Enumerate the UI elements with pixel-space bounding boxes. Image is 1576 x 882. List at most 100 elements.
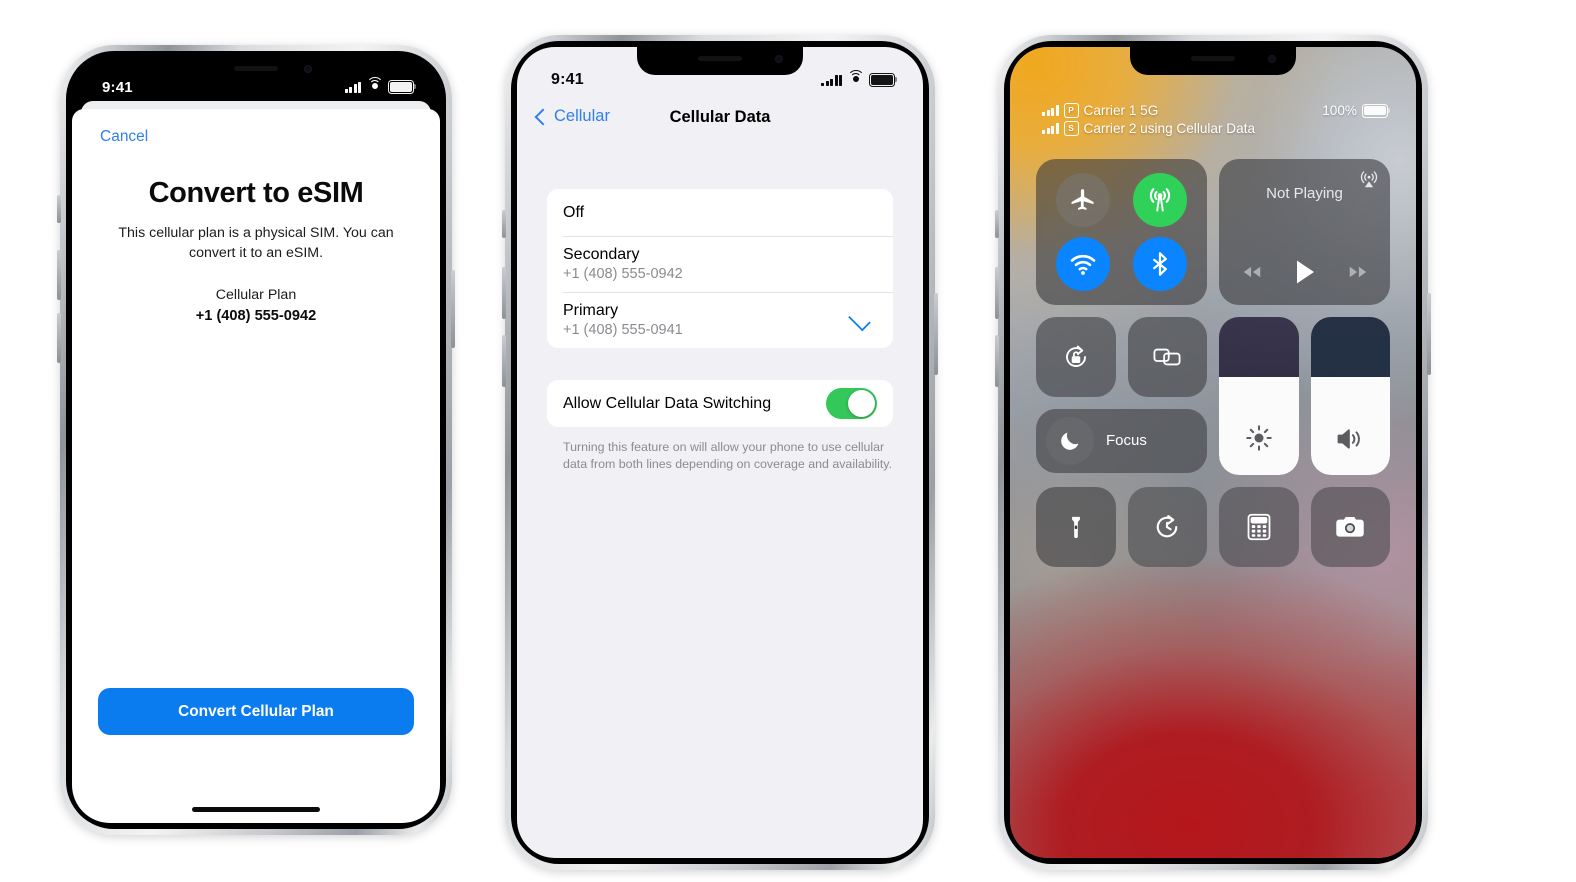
page-title: Cellular Data — [669, 108, 771, 126]
allow-cellular-data-switching-row[interactable]: Allow Cellular Data Switching — [547, 380, 893, 427]
camera-button[interactable] — [1310, 487, 1390, 567]
volume-down-button[interactable] — [502, 335, 506, 387]
cellular-bars-icon — [1042, 105, 1059, 116]
screen-mirroring-button[interactable] — [1127, 317, 1207, 397]
allow-cellular-data-switching-toggle[interactable] — [826, 388, 877, 419]
earpiece-speaker-icon — [698, 56, 742, 61]
cellular-data-button[interactable] — [1132, 173, 1187, 227]
moon-icon — [1046, 416, 1094, 465]
carrier-label: Carrier 1 5G — [1083, 103, 1159, 118]
volume-down-button[interactable] — [995, 335, 999, 387]
screen-mirroring-icon — [1153, 348, 1181, 366]
rotation-lock-button[interactable] — [1036, 317, 1116, 397]
status-time: 9:41 — [102, 78, 133, 96]
battery-percent-label: 100% — [1322, 103, 1357, 118]
bluetooth-button[interactable] — [1132, 237, 1187, 291]
rewind-icon[interactable] — [1241, 264, 1263, 280]
list-item-title: Secondary — [563, 246, 640, 263]
wifi-icon — [847, 69, 864, 86]
control-center-row-3 — [1036, 487, 1390, 567]
battery-full-icon — [388, 80, 417, 94]
page-title: Convert to eSIM — [148, 177, 364, 209]
status-indicators — [344, 76, 417, 94]
sun-icon — [1219, 423, 1299, 453]
volume-up-button[interactable] — [502, 267, 506, 319]
control-center: Not Playing Focus — [1036, 159, 1390, 567]
phone-screen: P Carrier 1 5G S Carrier 2 using Cellula… — [1010, 47, 1416, 858]
airplay-audio-icon[interactable] — [1358, 168, 1380, 190]
cellular-data-line-list: Off Secondary +1 (408) 555-0942 Primary … — [547, 189, 893, 348]
carrier-line-primary: P Carrier 1 5G — [1042, 103, 1255, 118]
mute-switch[interactable] — [502, 210, 506, 238]
notch — [1130, 47, 1296, 75]
status-indicators — [821, 69, 898, 87]
phone-3-control-center: P Carrier 1 5G S Carrier 2 using Cellula… — [995, 35, 1431, 870]
control-center-sliders — [1219, 317, 1390, 475]
navigation-bar: Cellular Cellular Data — [517, 97, 923, 145]
airplane-mode-button[interactable] — [1056, 173, 1111, 227]
cellular-bars-icon — [344, 81, 361, 93]
focus-label: Focus — [1106, 432, 1147, 449]
volume-slider[interactable] — [1310, 317, 1391, 475]
list-item-primary[interactable]: Primary +1 (408) 555-0941 — [547, 292, 893, 348]
cellular-bars-icon — [1042, 123, 1059, 134]
connectivity-module — [1036, 159, 1207, 305]
phone-2-cellular-data-settings: 9:41 Cellular Cellular Data Off Secondar… — [502, 35, 938, 870]
control-center-toggle-row — [1036, 317, 1207, 397]
front-camera-icon — [775, 55, 783, 63]
list-item-title: Off — [563, 203, 585, 221]
volume-up-button[interactable] — [57, 250, 61, 300]
front-camera-icon — [304, 65, 312, 73]
earpiece-speaker-icon — [234, 66, 278, 71]
phone-screen: 9:41 Cancel Convert to eSIM This cellula… — [72, 57, 440, 823]
cellular-antenna-icon — [1149, 188, 1170, 212]
side-button[interactable] — [1427, 293, 1431, 375]
fast-forward-icon[interactable] — [1347, 264, 1369, 280]
calculator-icon — [1247, 513, 1271, 540]
footnote-text: Turning this feature on will allow your … — [563, 440, 893, 471]
focus-button[interactable]: Focus — [1036, 408, 1207, 473]
flashlight-button[interactable] — [1036, 487, 1116, 567]
now-playing-title: Not Playing — [1266, 185, 1343, 202]
wifi-button[interactable] — [1056, 237, 1111, 291]
list-item-title: Primary — [563, 302, 619, 319]
home-indicator[interactable] — [192, 807, 320, 812]
checkmark-icon — [848, 308, 871, 332]
earpiece-speaker-icon — [1191, 56, 1235, 61]
carrier-label: Carrier 2 using Cellular Data — [1083, 121, 1256, 136]
screenshot-stage: 9:41 Cancel Convert to eSIM This cellula… — [0, 0, 1576, 882]
brightness-slider[interactable] — [1219, 317, 1299, 475]
camera-icon — [1336, 516, 1364, 537]
bluetooth-icon — [1152, 252, 1167, 276]
rotation-lock-icon — [1065, 345, 1086, 367]
volume-up-button[interactable] — [995, 267, 999, 319]
battery-full-icon — [1362, 103, 1391, 118]
timer-button[interactable] — [1127, 487, 1207, 567]
phone-screen: 9:41 Cellular Cellular Data Off Secondar… — [517, 47, 923, 858]
list-item-subtitle: +1 (408) 555-0942 — [563, 266, 683, 282]
control-center-status-bar: P Carrier 1 5G S Carrier 2 using Cellula… — [1042, 103, 1391, 136]
list-item-secondary[interactable]: Secondary +1 (408) 555-0942 — [547, 236, 893, 292]
now-playing-controls — [1241, 259, 1369, 285]
timer-icon — [1156, 514, 1178, 538]
airplane-icon — [1071, 189, 1094, 210]
volume-down-button[interactable] — [57, 313, 61, 363]
speaker-icon — [1311, 425, 1391, 453]
calculator-button[interactable] — [1219, 487, 1299, 567]
mute-switch[interactable] — [57, 195, 61, 223]
side-button[interactable] — [451, 270, 455, 348]
control-center-left-column: Focus — [1036, 317, 1207, 475]
cancel-button[interactable]: Cancel — [100, 128, 148, 146]
cellular-plan-number: +1 (408) 555-0942 — [195, 308, 317, 324]
convert-cellular-plan-button[interactable]: Convert Cellular Plan — [98, 688, 414, 735]
now-playing-module[interactable]: Not Playing — [1219, 159, 1390, 305]
carrier-lines: P Carrier 1 5G S Carrier 2 using Cellula… — [1042, 103, 1255, 136]
list-item-off[interactable]: Off — [547, 189, 893, 236]
cellular-plan-label: Cellular Plan — [215, 287, 297, 303]
page-description: This cellular plan is a physical SIM. Yo… — [118, 225, 394, 261]
mute-switch[interactable] — [995, 210, 999, 238]
convert-esim-sheet: Cancel Convert to eSIM This cellular pla… — [72, 109, 440, 823]
side-button[interactable] — [934, 293, 938, 375]
play-icon[interactable] — [1293, 259, 1317, 285]
carrier-line-secondary: S Carrier 2 using Cellular Data — [1042, 121, 1255, 136]
